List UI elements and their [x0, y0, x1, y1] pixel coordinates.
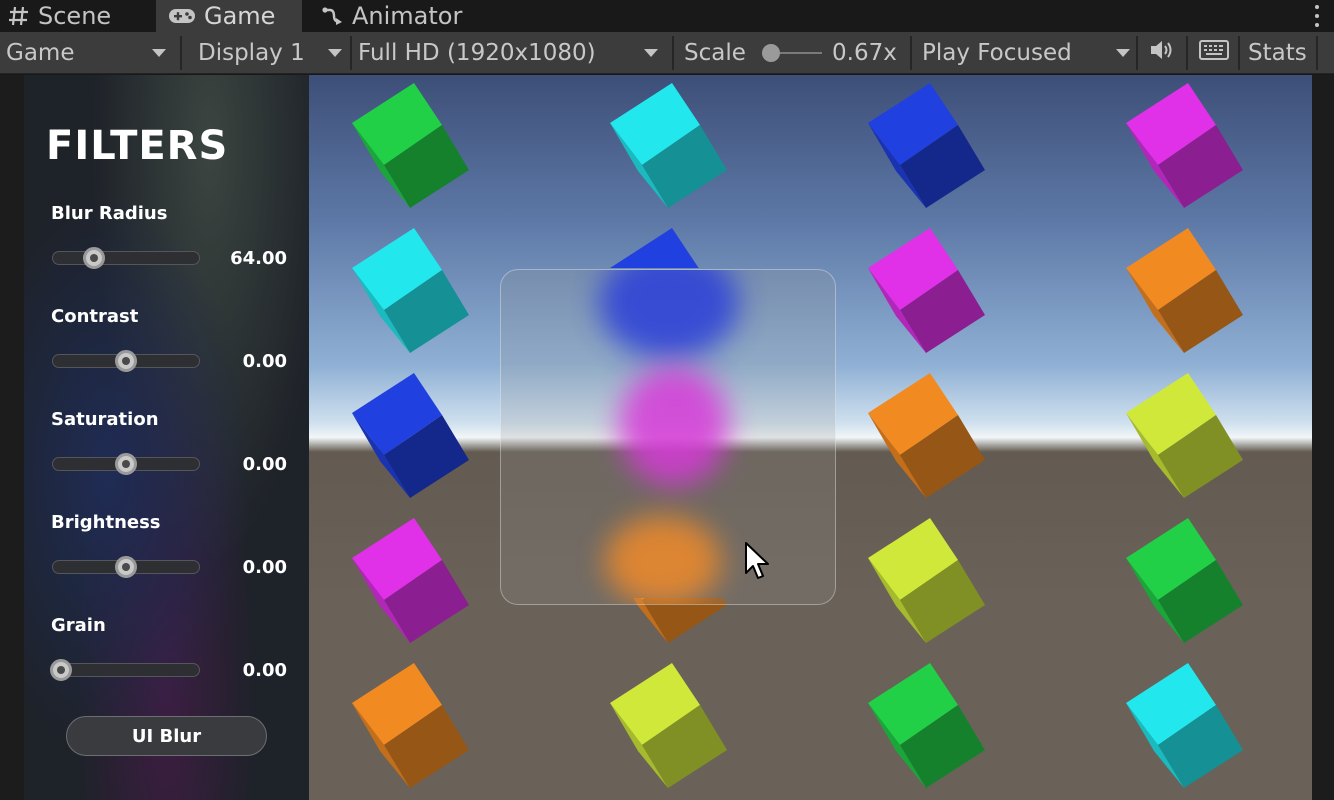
cyan-cube — [1126, 663, 1246, 789]
blurred-blue-cube — [599, 270, 739, 358]
view-mode-value: Game — [6, 40, 75, 66]
blur-radius-slider-track[interactable] — [52, 251, 200, 265]
scale-value: 0.67x — [832, 40, 897, 66]
grid-icon — [8, 5, 30, 27]
cyan-cube — [610, 83, 730, 209]
play-mode-value: Play Focused — [922, 40, 1072, 66]
game-view-toolbar: Game Display 1 Full HD (1920x1080) Scale… — [0, 32, 1334, 74]
grain-slider-track[interactable] — [52, 663, 200, 677]
toolbar-divider — [1136, 36, 1138, 70]
play-mode-dropdown[interactable]: Play Focused — [922, 32, 1132, 74]
tab-label: Scene — [38, 2, 112, 30]
saturation-label: Saturation — [51, 409, 159, 430]
ui-blur-button[interactable]: UI Blur — [66, 716, 267, 756]
mute-audio-button[interactable] — [1144, 32, 1180, 74]
toolbar-divider — [350, 36, 352, 70]
contrast-value: 0.00 — [242, 351, 287, 372]
keyboard-icon — [1199, 39, 1229, 67]
stats-button[interactable]: Stats — [1248, 32, 1314, 74]
toolbar-divider — [1238, 36, 1240, 70]
speaker-icon — [1149, 39, 1175, 67]
saturation-value: 0.00 — [242, 454, 287, 475]
magenta-cube — [1126, 83, 1246, 209]
chevron-down-icon — [152, 49, 166, 57]
contrast-label: Contrast — [51, 306, 139, 327]
blue-cube — [868, 83, 988, 209]
tab-label: Game — [204, 2, 276, 30]
grain-label: Grain — [51, 615, 106, 636]
toolbar-divider — [1186, 36, 1188, 70]
editor-tab-bar: Scene Game Animator — [0, 0, 1334, 32]
more-options-icon[interactable] — [1314, 3, 1320, 29]
brightness-slider-handle[interactable] — [115, 556, 137, 578]
view-mode-dropdown[interactable]: Game — [6, 32, 176, 74]
grain-value: 0.00 — [242, 660, 287, 681]
blurred-orange-cube — [605, 516, 721, 604]
display-value: Display 1 — [198, 40, 305, 66]
blur-radius-value: 64.00 — [230, 248, 287, 269]
gamepad-icon — [168, 6, 196, 26]
brightness-value: 0.00 — [242, 557, 287, 578]
animator-icon — [322, 6, 344, 26]
tab-label: Animator — [352, 2, 463, 30]
tab-scene[interactable]: Scene — [8, 0, 148, 32]
chevron-down-icon — [644, 49, 658, 57]
game-viewport[interactable]: FILTERS UI Blur Blur Radius 64.00 Contrast… — [0, 75, 1334, 800]
shortcuts-button[interactable] — [1196, 32, 1232, 74]
stats-label: Stats — [1248, 40, 1307, 66]
frosted-glass-panel — [500, 269, 836, 605]
orange-cube — [1126, 228, 1246, 354]
yellow-cube — [610, 663, 730, 789]
green-cube — [1126, 518, 1246, 644]
green-cube — [868, 663, 988, 789]
orange-cube — [352, 663, 472, 789]
toolbar-divider — [672, 36, 674, 70]
display-dropdown[interactable]: Display 1 — [198, 32, 346, 74]
scale-control: Scale 0.67x — [684, 32, 904, 74]
contrast-slider-handle[interactable] — [115, 350, 137, 372]
filters-panel: FILTERS UI Blur Blur Radius 64.00 Contrast… — [24, 75, 309, 800]
toolbar-divider — [1316, 36, 1318, 70]
magenta-cube — [352, 518, 472, 644]
tab-animator[interactable]: Animator — [322, 0, 502, 32]
gizmos-button[interactable] — [1324, 32, 1334, 74]
chevron-down-icon — [328, 49, 342, 57]
saturation-slider-handle[interactable] — [115, 453, 137, 475]
yellow-cube — [1126, 373, 1246, 499]
magenta-cube — [868, 228, 988, 354]
scale-slider-handle[interactable] — [762, 44, 780, 62]
grain-slider-handle[interactable] — [50, 659, 72, 681]
green-cube — [352, 83, 472, 209]
resolution-value: Full HD (1920x1080) — [358, 40, 596, 66]
brightness-label: Brightness — [51, 512, 161, 533]
orange-cube — [868, 373, 988, 499]
blue-cube — [352, 373, 472, 499]
chevron-down-icon — [1116, 49, 1130, 57]
blur-radius-label: Blur Radius — [51, 203, 168, 224]
mouse-cursor-icon — [744, 541, 772, 585]
tab-game[interactable]: Game — [156, 0, 302, 32]
yellow-cube — [868, 518, 988, 644]
blur-radius-slider-handle[interactable] — [82, 247, 105, 269]
resolution-dropdown[interactable]: Full HD (1920x1080) — [358, 32, 668, 74]
toolbar-divider — [910, 36, 912, 70]
panel-title: FILTERS — [46, 123, 229, 169]
scale-label: Scale — [684, 40, 746, 66]
cyan-cube — [352, 228, 472, 354]
blurred-magenta-cube — [619, 366, 729, 486]
toolbar-divider — [180, 36, 182, 70]
